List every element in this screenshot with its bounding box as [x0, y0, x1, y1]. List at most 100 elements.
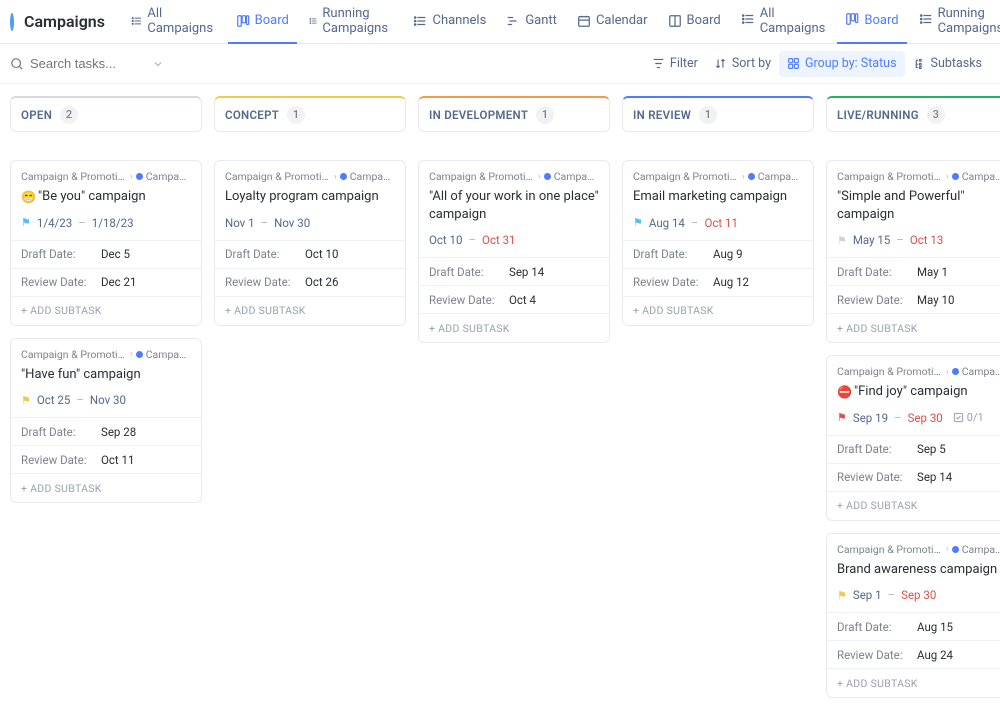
- group-icon: [787, 57, 800, 70]
- list-dot-icon: [136, 173, 143, 180]
- add-subtask-button[interactable]: + ADD SUBTASK: [623, 297, 813, 325]
- flag-icon: ⚑: [21, 394, 31, 407]
- flag-icon: ⚑: [837, 234, 847, 247]
- subtasks-button[interactable]: Subtasks: [905, 51, 990, 77]
- due-date: Oct 13: [910, 233, 943, 247]
- breadcrumb: Campaign & Promotion Manag...›Campai...: [21, 170, 191, 183]
- filter-label: Filter: [670, 56, 698, 71]
- groupby-label: Group by: Status: [805, 56, 897, 71]
- column-count: 1: [287, 106, 305, 124]
- column-header[interactable]: CONCEPT1: [214, 96, 406, 132]
- column-count: 3: [927, 106, 945, 124]
- task-card[interactable]: Campaign & Promotion Manag...›Campai... L…: [214, 160, 406, 326]
- add-subtask-button[interactable]: + ADD SUBTASK: [11, 474, 201, 502]
- view-tab-board[interactable]: Board: [228, 0, 297, 44]
- view-tab-board[interactable]: Board: [837, 0, 906, 44]
- list-icon: [131, 14, 142, 28]
- task-card[interactable]: Campaign & Promotion Manag...›Campai..."…: [10, 338, 202, 504]
- list-icon: [309, 14, 318, 28]
- breadcrumb: Campaign & Promotion Manag...›Campai...: [225, 170, 395, 183]
- checklist-count: 0/1: [953, 411, 984, 424]
- view-tab-running-campaigns[interactable]: Running Campaigns: [911, 0, 1000, 44]
- task-dates: Oct 10–Oct 31: [429, 233, 599, 247]
- task-card[interactable]: Campaign & Promotion Manag...›Campai... "…: [418, 160, 610, 343]
- list-dot-icon: [952, 368, 959, 375]
- task-title: "All of your work in one place" campaign: [429, 188, 599, 223]
- tab-label: Channels: [432, 13, 486, 28]
- list-dot-icon: [952, 546, 959, 553]
- chevron-down-icon[interactable]: [152, 58, 164, 70]
- task-title: "Simple and Powerful" campaign: [837, 188, 1000, 223]
- column-title: OPEN: [21, 108, 52, 122]
- view-tab-all-campaigns[interactable]: All Campaigns: [123, 0, 224, 44]
- sortby-button[interactable]: Sort by: [706, 51, 779, 77]
- task-card[interactable]: Campaign & Promotion Manag...›Campai... "…: [826, 160, 1000, 343]
- board-icon: [236, 14, 250, 28]
- breadcrumb: Campaign & Promotion Manag...›Campai...: [429, 170, 599, 183]
- add-subtask-button[interactable]: + ADD SUBTASK: [827, 492, 1000, 520]
- start-date: Oct 10: [429, 233, 462, 247]
- toolbar: Filter Sort by Group by: Status Subtasks: [0, 44, 1000, 84]
- column-header[interactable]: LIVE/RUNNING3: [826, 96, 1000, 132]
- column-in-development: IN DEVELOPMENT1 Campaign & Promotion Mana…: [418, 96, 610, 355]
- view-tabs-bar: Campaigns All CampaignsBoardRunning Camp…: [0, 0, 1000, 44]
- list-dot-icon: [952, 173, 959, 180]
- start-date: Oct 25: [37, 393, 70, 407]
- column-header[interactable]: IN DEVELOPMENT1: [418, 96, 610, 132]
- flag-icon: ⚑: [837, 411, 847, 424]
- kanban-board: OPEN 2 Campaign & Promotion Manag...›Campa…: [0, 84, 1000, 722]
- column-count: 2: [60, 106, 78, 124]
- view-tab-channels[interactable]: Channels: [405, 0, 494, 44]
- task-card[interactable]: Campaign & Promotion Manag...›Campai...E…: [622, 160, 814, 326]
- task-dates: ⚑Sep 1–Sep 30: [837, 588, 1000, 602]
- view-tab-calendar[interactable]: Calendar: [569, 0, 656, 44]
- subtasks-icon: [913, 57, 926, 70]
- tab-label: Running Campaigns: [322, 6, 393, 36]
- filter-button[interactable]: Filter: [644, 51, 706, 77]
- list-dot-icon: [340, 173, 347, 180]
- view-tab-all-campaigns[interactable]: All Campaigns: [733, 0, 834, 44]
- field-review-date: Review Date:Aug 24: [827, 641, 1000, 669]
- task-card[interactable]: Campaign & Promotion Manag...›Campai... 😁…: [10, 160, 202, 326]
- list-icon: [413, 14, 427, 28]
- field-review-date: Review Date:May 10: [827, 286, 1000, 314]
- emoji-icon: 😁: [21, 190, 36, 204]
- groupby-button[interactable]: Group by: Status: [779, 51, 905, 77]
- sortby-label: Sort by: [732, 56, 771, 71]
- task-card[interactable]: Campaign & Promotion Manag...›Campai...⛔…: [826, 355, 1000, 521]
- breadcrumb: Campaign & Promotion Manag...›Campai...: [837, 170, 1000, 183]
- start-date: Nov 1: [225, 216, 255, 230]
- search-input[interactable]: [30, 56, 140, 71]
- field-review-date: Review Date:Oct 4: [419, 286, 609, 314]
- add-subtask-button[interactable]: + ADD SUBTASK: [11, 297, 201, 325]
- board-icon: [845, 12, 859, 30]
- field-draft-date: Draft Date:Aug 9: [623, 241, 813, 269]
- subtasks-label: Subtasks: [931, 56, 982, 71]
- field-draft-date: Draft Date:Sep 14: [419, 258, 609, 286]
- field-review-date: Review Date:Oct 11: [11, 446, 201, 474]
- list-dot-icon: [544, 173, 551, 180]
- view-tab-gantt[interactable]: Gantt: [498, 0, 565, 44]
- tab-label: Board: [687, 13, 721, 28]
- add-subtask-button[interactable]: + ADD SUBTASK: [827, 669, 1000, 697]
- search-box[interactable]: [10, 56, 164, 71]
- tab-label: Board: [864, 13, 898, 28]
- view-tab-board[interactable]: Board: [660, 0, 729, 44]
- add-subtask-button[interactable]: + ADD SUBTASK: [419, 314, 609, 342]
- add-subtask-button[interactable]: + ADD SUBTASK: [215, 297, 405, 325]
- task-card[interactable]: Campaign & Promotion Manag...›Campai...B…: [826, 533, 1000, 699]
- column-title: IN REVIEW: [633, 108, 691, 122]
- column-header[interactable]: IN REVIEW1: [622, 96, 814, 132]
- due-date: Oct 31: [482, 233, 515, 247]
- field-draft-date: Draft Date:Aug 15: [827, 613, 1000, 641]
- start-date: May 15: [853, 233, 890, 247]
- tab-label: Calendar: [596, 13, 648, 28]
- task-title: 😁"Be you" campaign: [21, 188, 191, 206]
- due-date: Sep 30: [908, 411, 943, 425]
- list-dot-icon: [136, 351, 143, 358]
- search-icon: [10, 57, 24, 71]
- add-subtask-button[interactable]: + ADD SUBTASK: [827, 314, 1000, 342]
- column-header[interactable]: OPEN 2: [10, 96, 202, 132]
- task-title: Loyalty program campaign: [225, 188, 395, 206]
- view-tab-running-campaigns[interactable]: Running Campaigns: [301, 0, 402, 44]
